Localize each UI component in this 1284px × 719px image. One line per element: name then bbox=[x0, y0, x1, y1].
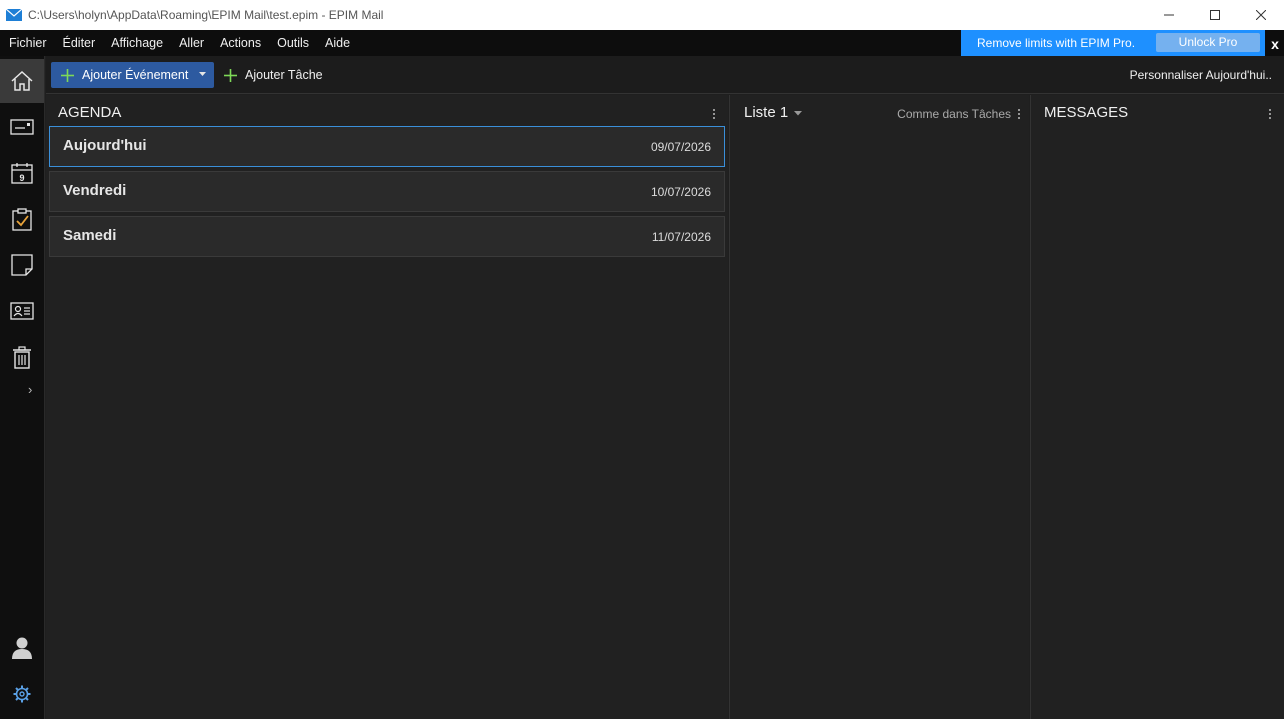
nav-settings-button[interactable] bbox=[0, 672, 44, 716]
day-name: Vendredi bbox=[63, 182, 127, 199]
menu-bar: Fichier Éditer Affichage Aller Actions O… bbox=[0, 30, 1284, 56]
day-date: 09/07/2026 bbox=[650, 140, 711, 154]
nav-contacts-button[interactable] bbox=[0, 289, 44, 333]
agenda-day-friday[interactable]: Vendredi 10/07/2026 bbox=[49, 171, 725, 212]
promo-text: Remove limits with EPIM Pro. bbox=[977, 36, 1136, 50]
nav-account-button[interactable] bbox=[0, 626, 44, 670]
menu-affichage[interactable]: Affichage bbox=[103, 30, 171, 56]
task-sort-label[interactable]: Comme dans Tâches bbox=[897, 107, 1011, 121]
messages-menu-icon[interactable] bbox=[1269, 109, 1272, 119]
title-bar: C:\Users\holyn\AppData\Roaming\EPIM Mail… bbox=[0, 0, 1284, 30]
user-icon bbox=[12, 637, 32, 659]
sidebar-expand-button[interactable]: › bbox=[28, 382, 32, 397]
calendar-icon: 9 bbox=[11, 163, 33, 184]
promo-banner: Remove limits with EPIM Pro. Unlock Pro bbox=[961, 30, 1265, 56]
menu-fichier[interactable]: Fichier bbox=[0, 30, 55, 56]
app-mail-icon bbox=[6, 9, 22, 21]
nav-home-button[interactable] bbox=[0, 59, 44, 103]
gear-icon bbox=[13, 685, 31, 703]
agenda-day-today[interactable]: Aujourd'hui 09/07/2026 bbox=[49, 126, 725, 167]
day-date: 11/07/2026 bbox=[651, 230, 711, 244]
toolbar: Ajouter Événement Ajouter Tâche Personna… bbox=[46, 56, 1284, 94]
mail-icon bbox=[10, 119, 34, 135]
plus-icon bbox=[61, 68, 74, 82]
maximize-icon bbox=[1210, 10, 1220, 20]
task-list-menu-icon[interactable] bbox=[1018, 109, 1021, 119]
maximize-button[interactable] bbox=[1192, 0, 1238, 30]
messages-title: MESSAGES bbox=[1044, 104, 1129, 121]
agenda-day-saturday[interactable]: Samedi 11/07/2026 bbox=[49, 216, 725, 257]
day-name: Aujourd'hui bbox=[63, 137, 147, 154]
trash-icon bbox=[13, 346, 31, 369]
add-task-button[interactable]: Ajouter Tâche bbox=[224, 62, 323, 88]
dropdown-caret-icon[interactable] bbox=[199, 72, 206, 77]
task-list-panel: Liste 1 Comme dans Tâches bbox=[729, 95, 1029, 719]
close-window-button[interactable] bbox=[1238, 0, 1284, 30]
menu-outils[interactable]: Outils bbox=[269, 30, 317, 56]
nav-notes-button[interactable] bbox=[0, 243, 44, 287]
plus-icon bbox=[224, 68, 237, 82]
messages-panel: MESSAGES bbox=[1030, 95, 1284, 719]
calendar-day-number: 9 bbox=[19, 173, 24, 183]
promo-close-button[interactable]: x bbox=[1266, 30, 1284, 56]
day-date: 10/07/2026 bbox=[650, 185, 711, 199]
day-name: Samedi bbox=[63, 227, 117, 244]
nav-tasks-button[interactable] bbox=[0, 197, 44, 241]
menu-actions[interactable]: Actions bbox=[212, 30, 269, 56]
minimize-icon bbox=[1164, 14, 1174, 16]
chevron-down-icon[interactable] bbox=[794, 111, 802, 116]
agenda-title: AGENDA bbox=[58, 104, 122, 121]
agenda-menu-icon[interactable] bbox=[713, 109, 716, 119]
notes-icon bbox=[11, 254, 33, 276]
tasks-icon bbox=[12, 208, 32, 231]
menu-aide[interactable]: Aide bbox=[317, 30, 358, 56]
minimize-button[interactable] bbox=[1146, 0, 1192, 30]
nav-sidebar: 9 › bbox=[0, 56, 45, 719]
add-event-label: Ajouter Événement bbox=[82, 68, 189, 82]
window-title: C:\Users\holyn\AppData\Roaming\EPIM Mail… bbox=[28, 8, 384, 22]
customize-today-link[interactable]: Personnaliser Aujourd'hui.. bbox=[1130, 68, 1272, 82]
agenda-panel: AGENDA Aujourd'hui 09/07/2026 Vendredi 1… bbox=[46, 95, 728, 719]
nav-trash-button[interactable] bbox=[0, 335, 44, 379]
task-list-selector[interactable]: Liste 1 bbox=[744, 104, 788, 121]
menu-editer[interactable]: Éditer bbox=[55, 30, 104, 56]
home-icon bbox=[11, 70, 33, 91]
contacts-icon bbox=[10, 302, 34, 320]
nav-calendar-button[interactable]: 9 bbox=[0, 151, 44, 195]
unlock-pro-button[interactable]: Unlock Pro bbox=[1156, 33, 1260, 52]
close-icon bbox=[1256, 10, 1266, 20]
add-event-button[interactable]: Ajouter Événement bbox=[51, 62, 214, 88]
nav-mail-button[interactable] bbox=[0, 105, 44, 149]
add-task-label: Ajouter Tâche bbox=[245, 68, 323, 82]
menu-aller[interactable]: Aller bbox=[171, 30, 212, 56]
